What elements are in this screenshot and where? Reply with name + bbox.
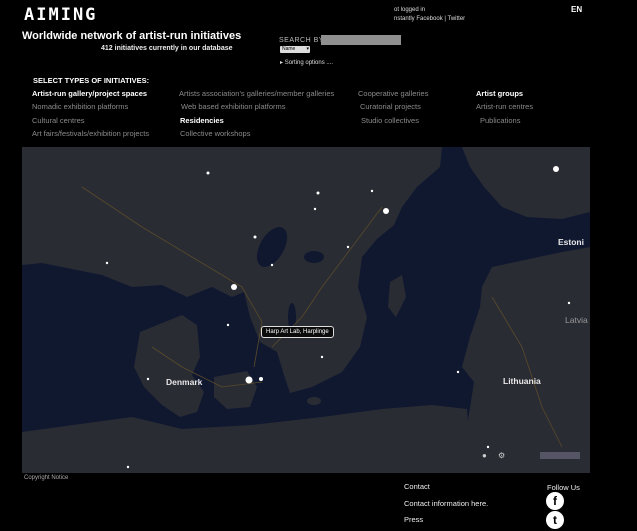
type-filter-item[interactable]: Nomadic exhibition platforms [32,102,128,111]
contact-heading[interactable]: Contact [404,482,430,491]
login-social-links[interactable]: nstantly Facebook | Twitter [394,15,465,24]
type-filter-item[interactable]: Collective workshops [180,129,250,138]
pegman-icon[interactable]: ● [482,451,487,460]
place-label-latvia: Latvia [565,315,588,325]
facebook-icon[interactable]: f [546,492,564,510]
search-field-select[interactable]: Name ▾ [280,46,310,53]
login-status[interactable]: ot logged in nstantly Facebook | Twitter [394,6,465,24]
type-filter-item[interactable]: Art fairs/festivals/exhibition projects [32,129,149,138]
type-filter-item[interactable]: Cultural centres [32,116,85,125]
place-label-denmark: Denmark [166,377,203,387]
map-view[interactable]: Estoni Latvia Lithuania Denmark Harp Art… [22,147,590,473]
settings-icon[interactable]: ⚙ [498,451,505,460]
twitter-icon[interactable]: t [546,511,564,529]
initiative-count: 412 initiatives currently in our databas… [101,45,233,52]
map-type-thumbnails[interactable] [540,452,580,459]
type-filter-item[interactable]: Residencies [180,116,224,125]
copyright-notice[interactable]: Copyright Notice [24,475,68,481]
expand-triangle-icon: ▸ [280,60,284,66]
type-filter-item[interactable]: Artist groups [476,89,523,98]
search-field-select-value: Name [282,46,296,52]
site-logo[interactable]: AIMING [24,5,97,25]
map-canvas[interactable] [22,147,590,473]
type-filter-item[interactable]: Cooperative galleries [358,89,428,98]
type-filter-item[interactable]: Artists association's galleries/member g… [179,89,334,98]
type-filter-item[interactable]: Artist-run centres [476,102,533,111]
type-filter-item[interactable]: Curatorial projects [360,102,421,111]
sorting-options-link[interactable]: ▸ Sorting options .... [280,59,333,66]
type-filter-item[interactable]: Artist-run gallery/project spaces [32,89,147,98]
follow-us-label: Follow Us [547,483,580,492]
sorting-options-label: Sorting options .... [284,60,334,66]
press-link[interactable]: Press [404,515,423,524]
contact-info: Contact information here. [404,499,489,508]
map-tooltip[interactable]: Harp Art Lab, Harplinge [261,326,334,338]
type-filter-item[interactable]: Studio collectives [361,116,419,125]
login-status-line: ot logged in [394,7,426,13]
type-filter-item[interactable]: Publications [480,116,520,125]
language-switch[interactable]: EN [571,5,582,14]
place-label-estonia: Estoni [558,237,584,247]
type-filter-item[interactable]: Web based exhibition platforms [181,102,286,111]
types-heading: SELECT TYPES OF INITIATIVES: [33,76,150,85]
chevron-down-icon: ▾ [306,46,309,52]
page-title: Worldwide network of artist-run initiati… [22,30,242,42]
search-input[interactable] [321,35,401,45]
place-label-lithuania: Lithuania [503,376,541,386]
search-label: SEARCH BY [279,37,324,44]
